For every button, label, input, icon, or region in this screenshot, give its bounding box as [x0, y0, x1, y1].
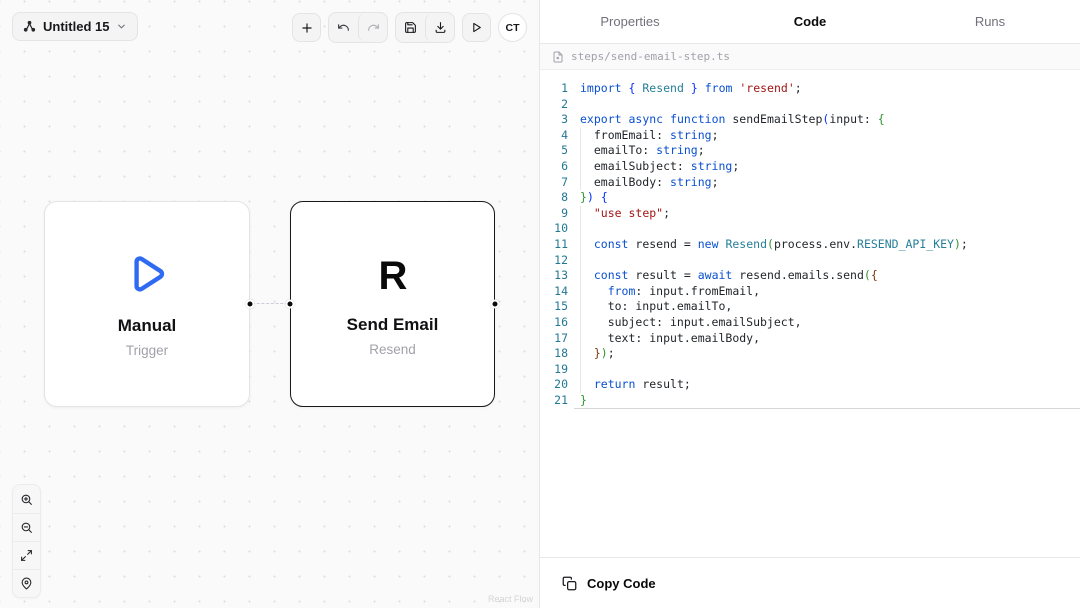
code-line: 16 subject: input.emailSubject, [540, 315, 1080, 331]
handle-manual-source[interactable] [246, 300, 255, 309]
pin-button[interactable] [13, 569, 40, 597]
file-header: steps/send-email-step.ts [540, 44, 1080, 70]
code-line: 6 emailSubject: string; [540, 159, 1080, 175]
node-title: Manual [118, 316, 177, 336]
code-line: 15 to: input.emailTo, [540, 299, 1080, 315]
code-line: 2 [540, 97, 1080, 113]
tab-runs[interactable]: Runs [900, 0, 1080, 43]
undo-button[interactable] [329, 13, 358, 42]
tab-code[interactable]: Code [720, 0, 900, 43]
inspector-panel: Properties Code Runs steps/send-email-st… [540, 0, 1080, 608]
save-button[interactable] [396, 13, 425, 42]
code-line: 11 const resend = new Resend(process.env… [540, 237, 1080, 253]
copy-code-button[interactable]: Copy Code [540, 557, 1080, 608]
flow-canvas[interactable]: Untitled 15 [0, 0, 540, 608]
code-line: 4 fromEmail: string; [540, 128, 1080, 144]
file-path: steps/send-email-step.ts [571, 50, 730, 63]
canvas-controls [12, 484, 41, 598]
file-icon [552, 51, 564, 63]
code-line: 3export async function sendEmailStep(inp… [540, 112, 1080, 128]
code-line: 12 [540, 253, 1080, 269]
canvas-toolbar: CT [292, 12, 527, 43]
code-line: 7 emailBody: string; [540, 175, 1080, 191]
redo-icon [367, 21, 380, 34]
code-line: 13 const result = await resend.emails.se… [540, 268, 1080, 284]
code-line: 10 [540, 221, 1080, 237]
code-line: 8}) { [540, 190, 1080, 206]
node-subtitle: Resend [369, 342, 416, 357]
node-send-email[interactable]: R Send Email Resend [290, 201, 495, 407]
node-manual-trigger[interactable]: Manual Trigger [44, 201, 250, 407]
zoom-out-button[interactable] [13, 513, 40, 541]
pin-icon [20, 577, 33, 590]
copy-code-label: Copy Code [587, 576, 656, 591]
handle-sendemail-source[interactable] [491, 300, 500, 309]
node-title: Send Email [347, 315, 439, 335]
download-button[interactable] [425, 13, 454, 42]
edge-manual-to-sendemail [252, 303, 288, 304]
code-line: 1import { Resend } from 'resend'; [540, 81, 1080, 97]
chevron-down-icon [116, 21, 127, 32]
copy-icon [562, 576, 577, 591]
node-subtitle: Trigger [126, 343, 168, 358]
code-line: 14 from: input.fromEmail, [540, 284, 1080, 300]
handle-sendemail-target[interactable] [286, 300, 295, 309]
workflow-icon [23, 20, 36, 33]
tab-properties[interactable]: Properties [540, 0, 720, 43]
workflow-name: Untitled 15 [43, 19, 109, 34]
download-icon [434, 21, 447, 34]
code-line: 20 return result; [540, 377, 1080, 393]
add-node-button[interactable] [292, 13, 321, 42]
user-avatar[interactable]: CT [498, 13, 527, 42]
resend-logo: R [379, 252, 407, 300]
panel-tabs: Properties Code Runs [540, 0, 1080, 44]
fit-view-icon [20, 549, 33, 562]
play-icon [470, 21, 483, 34]
code-editor[interactable]: 1import { Resend } from 'resend';23expor… [540, 70, 1080, 557]
zoom-in-button[interactable] [13, 485, 40, 513]
code-line: 17 text: input.emailBody, [540, 331, 1080, 347]
redo-button[interactable] [358, 13, 387, 42]
save-icon [404, 21, 417, 34]
file-actions-group [395, 12, 455, 43]
app: Untitled 15 [0, 0, 1080, 608]
zoom-out-icon [20, 521, 33, 534]
code-line: 21} [540, 393, 1080, 409]
history-group [328, 12, 388, 43]
code-line: 19 [540, 362, 1080, 378]
play-trigger-icon [122, 251, 172, 301]
zoom-in-icon [20, 493, 33, 506]
editor-end-border [574, 408, 1080, 409]
workflow-name-button[interactable]: Untitled 15 [12, 12, 138, 41]
plus-icon [300, 21, 314, 35]
code-lines: 1import { Resend } from 'resend';23expor… [540, 81, 1080, 408]
code-line: 18 }); [540, 346, 1080, 362]
code-line: 5 emailTo: string; [540, 143, 1080, 159]
fit-view-button[interactable] [13, 541, 40, 569]
code-line: 9 "use step"; [540, 206, 1080, 222]
undo-icon [337, 21, 350, 34]
run-workflow-button[interactable] [462, 13, 491, 42]
react-flow-attribution[interactable]: React Flow [488, 594, 533, 604]
